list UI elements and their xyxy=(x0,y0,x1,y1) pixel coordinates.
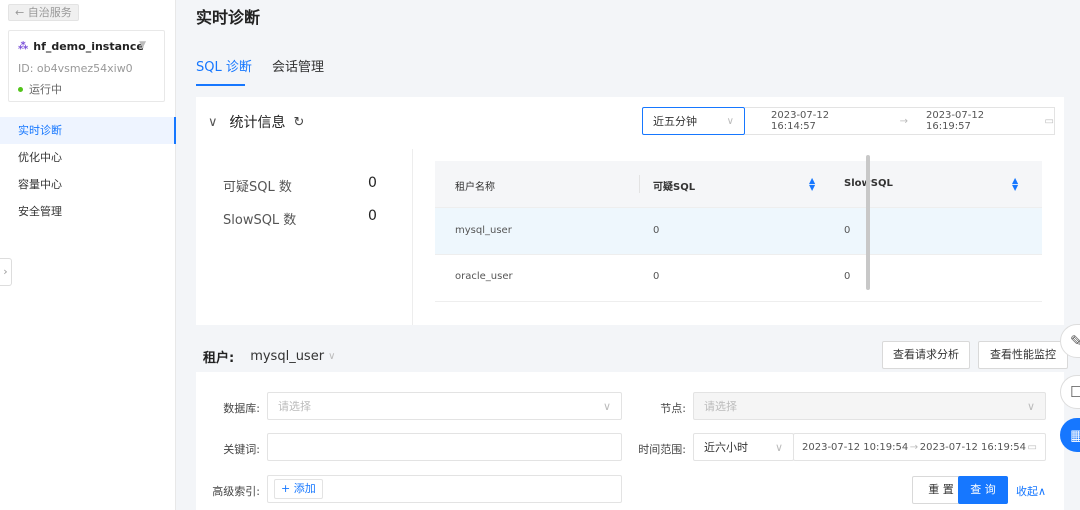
column-divider xyxy=(639,175,640,193)
sidebar-item-realtime-diagnosis[interactable]: 实时诊断 xyxy=(0,117,176,144)
scrollbar[interactable] xyxy=(866,155,870,290)
keyword-label: 关键词: xyxy=(223,443,260,456)
page-title: 实时诊断 xyxy=(196,8,261,27)
tenant-sql-table: 租户名称 可疑SQL ▲▼ SlowSQL ▲▼ mysql_user 0 0 … xyxy=(435,161,1042,302)
advanced-index-label: 高级索引: xyxy=(212,485,260,498)
cell-tenant: oracle_user xyxy=(455,271,513,282)
node-placeholder: 请选择 xyxy=(704,400,737,413)
advanced-index-field: + 添加 xyxy=(267,475,622,503)
time-range-select[interactable]: 近六小时 ∨ xyxy=(693,433,794,461)
table-row[interactable]: oracle_user 0 0 xyxy=(435,255,1042,302)
cell-tenant: mysql_user xyxy=(455,225,512,236)
filter-form: 数据库: 请选择 ∨ 节点: 请选择 ∨ 关键词: 时间范围: 近六小时 ∨ 2… xyxy=(196,372,1064,510)
node-label: 节点: xyxy=(660,402,686,415)
time-range-start: 2023-07-12 10:19:54 xyxy=(802,441,909,453)
database-select[interactable]: 请选择 ∨ xyxy=(267,392,622,420)
divider xyxy=(412,149,413,325)
instance-id: ID: ob4vsmez54xiw0 xyxy=(18,62,133,75)
sort-icon[interactable]: ▲ ▼ xyxy=(809,177,815,192)
chevron-down-icon: ∨ xyxy=(726,115,734,127)
table-header: 租户名称 可疑SQL ▲▼ SlowSQL ▲▼ xyxy=(435,161,1042,208)
stats-date-range[interactable]: 2023-07-12 16:14:57 → 2023-07-12 16:19:5… xyxy=(745,107,1055,135)
time-preset-value: 近五分钟 xyxy=(653,115,697,128)
database-label: 数据库: xyxy=(223,402,260,415)
slow-sql-label: SlowSQL 数 xyxy=(223,213,297,228)
time-range-end: 2023-07-12 16:19:54 xyxy=(919,441,1026,453)
stats-panel: ∨ 统计信息 ↻ 近五分钟 ∨ 2023-07-12 16:14:57 → 20… xyxy=(196,97,1064,325)
cell-slow-sql: 0 xyxy=(844,225,851,236)
back-button[interactable]: ← 自治服务 xyxy=(8,4,79,21)
tenant-label: 租户: xyxy=(203,351,235,366)
request-analysis-button[interactable]: 查看请求分析 xyxy=(882,341,970,369)
sidebar-expand-icon[interactable]: › xyxy=(0,258,12,286)
suspicious-sql-label: 可疑SQL 数 xyxy=(223,180,292,195)
stats-title: 统计信息 xyxy=(229,115,286,131)
calendar-icon: ▭ xyxy=(1027,441,1037,453)
time-range-picker[interactable]: 2023-07-12 10:19:54 → 2023-07-12 16:19:5… xyxy=(793,433,1046,461)
cell-slow-sql: 0 xyxy=(844,271,851,282)
keyword-input[interactable] xyxy=(267,433,622,461)
node-select[interactable]: 请选择 ∨ xyxy=(693,392,1046,420)
chevron-down-icon[interactable]: ▼ xyxy=(139,40,146,50)
arrow-right-icon: → xyxy=(899,115,908,127)
sidebar: ← 自治服务 ⁂ hf_demo_instance ▼ ID: ob4vsmez… xyxy=(0,0,176,510)
instance-name: hf_demo_instance xyxy=(33,40,144,53)
instance-card[interactable]: ⁂ hf_demo_instance ▼ ID: ob4vsmez54xiw0 … xyxy=(8,30,165,102)
table-row[interactable]: mysql_user 0 0 xyxy=(435,208,1042,255)
arrow-right-icon: → xyxy=(909,441,919,453)
slow-sql-value: 0 xyxy=(368,208,377,224)
performance-monitor-button[interactable]: 查看性能监控 xyxy=(978,341,1068,369)
column-header-tenant: 租户名称 xyxy=(455,182,495,193)
tab-active-indicator xyxy=(196,84,245,86)
sidebar-item-capacity[interactable]: 容量中心 xyxy=(0,171,176,198)
chevron-down-icon[interactable]: ∨ xyxy=(208,115,218,130)
query-button[interactable]: 查 询 xyxy=(958,476,1008,504)
add-index-button[interactable]: + 添加 xyxy=(274,479,323,499)
column-header-suspicious-sql[interactable]: 可疑SQL xyxy=(653,178,695,193)
instance-name-row: ⁂ hf_demo_instance xyxy=(18,40,144,53)
sort-icon[interactable]: ▲ ▼ xyxy=(1012,177,1018,192)
cluster-icon: ⁂ xyxy=(18,41,29,52)
range-start: 2023-07-12 16:14:57 xyxy=(771,110,830,132)
chevron-down-icon: ∨ xyxy=(328,351,336,362)
cell-suspicious-sql: 0 xyxy=(653,271,660,282)
calendar-icon: ▭ xyxy=(1044,115,1054,127)
tab-session-management[interactable]: 会话管理 xyxy=(272,56,324,75)
tab-sql-diagnosis[interactable]: SQL 诊断 xyxy=(196,56,252,75)
chevron-down-icon: ∨ xyxy=(602,399,611,413)
chevron-down-icon: ∨ xyxy=(774,440,783,454)
sidebar-item-security[interactable]: 安全管理 xyxy=(0,198,176,225)
stats-header: ∨ 统计信息 ↻ xyxy=(208,112,304,132)
tenant-selector[interactable]: 租户: mysql_user ∨ xyxy=(203,347,335,366)
instance-status: 运行中 xyxy=(18,81,62,97)
chevron-down-icon: ∨ xyxy=(1026,399,1035,413)
time-preset-select[interactable]: 近五分钟 ∨ xyxy=(642,107,745,135)
time-range-label: 时间范围: xyxy=(638,443,686,456)
range-end: 2023-07-12 16:19:57 xyxy=(925,110,985,132)
status-dot-icon xyxy=(18,86,23,92)
status-label: 运行中 xyxy=(29,83,62,96)
cell-suspicious-sql: 0 xyxy=(653,225,660,236)
collapse-link[interactable]: 收起∧ xyxy=(1016,483,1046,499)
database-placeholder: 请选择 xyxy=(278,400,311,413)
sidebar-item-optimization[interactable]: 优化中心 xyxy=(0,144,176,171)
tenant-value: mysql_user xyxy=(250,349,325,364)
suspicious-sql-value: 0 xyxy=(368,175,377,191)
time-range-value: 近六小时 xyxy=(704,441,748,454)
refresh-icon[interactable]: ↻ xyxy=(294,115,305,130)
